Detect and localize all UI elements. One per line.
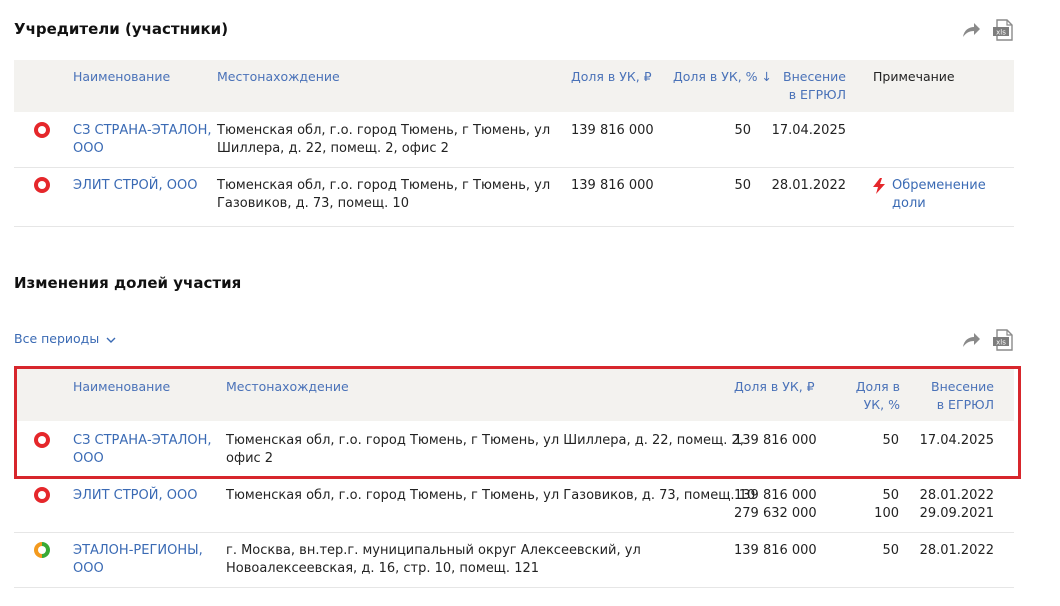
company-link[interactable]: ЭЛИТ СТРОЙ, ООО <box>73 487 197 505</box>
share-rub-cell: 139 816 000 <box>571 123 654 138</box>
header-location[interactable]: Местонахождение <box>217 68 340 86</box>
egrul-date-cell: 28.01.2022 29.09.2021 <box>910 487 994 523</box>
header-name[interactable]: Наименование <box>73 68 170 86</box>
encumbrance-line2: доли <box>892 196 926 211</box>
header-egrul-line1: Внесение <box>783 69 846 84</box>
share-pct-line2: 100 <box>874 506 899 521</box>
egrul-date-cell: 28.01.2022 <box>771 178 846 193</box>
company-link[interactable]: ЭТАЛОН-РЕГИОНЫ, ООО <box>73 542 203 578</box>
row-divider <box>14 587 1014 588</box>
xls-icon[interactable]: xls <box>992 19 1014 41</box>
row-divider <box>14 532 1014 533</box>
header-share-rub[interactable]: Доля в УК, ₽ <box>571 68 652 86</box>
header-share-pct[interactable]: Доля в УК, % ↓ <box>673 68 772 86</box>
location-line1: Тюменская обл, г.о. город Тюмень, г Тюме… <box>217 123 551 138</box>
xls-icon[interactable]: xls <box>992 329 1014 351</box>
founders-title: Учредители (участники) <box>14 20 229 38</box>
location-line2: Газовиков, д. 73, помещ. 10 <box>217 196 409 211</box>
header-note: Примечание <box>873 69 955 84</box>
period-select[interactable]: Все периоды <box>14 331 116 346</box>
location-line1: г. Москва, вн.тер.г. муниципальный округ… <box>226 543 641 558</box>
encumbrance-link[interactable]: Обременение доли <box>892 177 986 213</box>
share-pct-cell: 50 <box>882 543 899 558</box>
status-icon <box>34 542 50 558</box>
share-rub-cell: 139 816 000 <box>571 178 654 193</box>
location-cell: г. Москва, вн.тер.г. муниципальный округ… <box>226 542 641 578</box>
status-icon <box>34 177 50 193</box>
row-divider <box>14 167 1014 168</box>
period-label: Все периоды <box>14 331 100 346</box>
lightning-icon <box>873 178 885 194</box>
header-egrul-line2: в ЕГРЮЛ <box>788 87 846 102</box>
egrul-date-cell: 28.01.2022 <box>919 543 994 558</box>
location-line1: Тюменская обл, г.о. город Тюмень, г Тюме… <box>217 178 551 193</box>
highlight-box <box>14 366 1021 479</box>
svg-text:xls: xls <box>996 339 1006 347</box>
share-icon[interactable] <box>960 330 982 350</box>
share-rub-line1: 139 816 000 <box>734 488 817 503</box>
encumbrance-line1: Обременение <box>892 178 986 193</box>
changes-title: Изменения долей участия <box>14 274 242 292</box>
share-rub-cell: 139 816 000 <box>734 543 817 558</box>
share-pct-cell: 50 <box>734 178 751 193</box>
company-name-line2: ООО <box>73 141 104 156</box>
share-pct-cell: 50 <box>734 123 751 138</box>
share-pct-cell: 50 100 <box>840 487 899 523</box>
share-pct-line1: 50 <box>882 488 899 503</box>
company-link[interactable]: ЭЛИТ СТРОЙ, ООО <box>73 177 197 195</box>
share-rub-line2: 279 632 000 <box>734 506 817 521</box>
share-rub-cell: 139 816 000 279 632 000 <box>734 487 817 523</box>
location-line2: Новоалексеевская, д. 16, стр. 10, помещ.… <box>226 561 540 576</box>
status-icon <box>34 122 50 138</box>
egrul-date-line2: 29.09.2021 <box>919 506 994 521</box>
location-cell: Тюменская обл, г.о. город Тюмень, г Тюме… <box>217 177 550 213</box>
company-name-line1: ЭТАЛОН-РЕГИОНЫ, <box>73 543 203 558</box>
svg-text:xls: xls <box>996 29 1006 37</box>
egrul-date-line1: 28.01.2022 <box>919 488 994 503</box>
egrul-date-cell: 17.04.2025 <box>771 123 846 138</box>
share-icon[interactable] <box>960 20 982 40</box>
row-divider <box>14 226 1014 227</box>
location-cell: Тюменская обл, г.о. город Тюмень, г Тюме… <box>217 122 550 158</box>
header-egrul[interactable]: Внесение в ЕГРЮЛ <box>760 68 846 104</box>
company-name-line1: СЗ СТРАНА-ЭТАЛОН, <box>73 123 212 138</box>
status-icon <box>34 487 50 503</box>
location-line2: Шиллера, д. 22, помещ. 2, офис 2 <box>217 141 449 156</box>
company-link[interactable]: СЗ СТРАНА-ЭТАЛОН, ООО <box>73 122 211 158</box>
chevron-down-icon <box>106 337 116 343</box>
company-name-line2: ООО <box>73 561 104 576</box>
location-cell: Тюменская обл, г.о. город Тюмень, г Тюме… <box>226 488 756 503</box>
